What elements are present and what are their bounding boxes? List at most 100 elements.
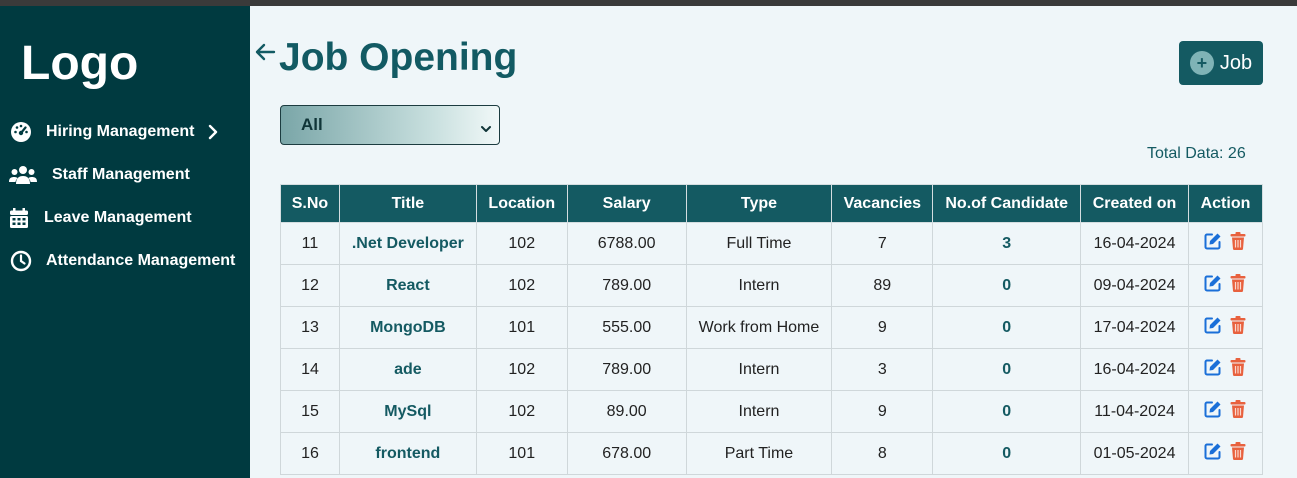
delete-icon[interactable] <box>1230 274 1246 292</box>
cell-salary: 555.00 <box>566 306 687 349</box>
plus-circle-icon: + <box>1189 51 1214 75</box>
chevron-down-icon <box>480 119 492 139</box>
table-row: 16 frontend 101 678.00 Part Time 8 0 01-05-2024 <box>280 432 1264 475</box>
column-header-created-on[interactable]: Created on <box>1080 184 1189 223</box>
cell-location: 102 <box>475 348 568 391</box>
column-header-salary[interactable]: Salary <box>566 184 687 223</box>
column-header-location[interactable]: Location <box>475 184 568 223</box>
column-header-type[interactable]: Type <box>685 184 833 223</box>
cell-job-title-link[interactable]: MySql <box>338 390 477 433</box>
job-openings-table: S.No Title Location Salary Type Vacancie… <box>280 184 1264 475</box>
cell-type: Full Time <box>685 222 833 265</box>
cell-vacancies: 9 <box>831 390 934 433</box>
cell-job-title-link[interactable]: .Net Developer <box>338 222 477 265</box>
sidebar-item-label: Hiring Management <box>46 123 195 140</box>
cell-salary: 789.00 <box>566 348 687 391</box>
back-arrow-icon[interactable] <box>254 42 276 62</box>
cell-location: 102 <box>475 264 568 307</box>
cell-job-title-link[interactable]: React <box>338 264 477 307</box>
cell-candidate-count-link[interactable]: 0 <box>932 432 1082 475</box>
cell-type: Intern <box>685 264 833 307</box>
main-content: Job Opening + Job All Total Data: 26 S.N… <box>250 6 1297 478</box>
cell-sno: 14 <box>280 348 340 391</box>
chevron-right-icon <box>208 124 218 140</box>
cell-actions <box>1187 390 1264 433</box>
cell-type: Intern <box>685 348 833 391</box>
cell-vacancies: 89 <box>831 264 934 307</box>
gauge-icon <box>9 121 33 143</box>
page-title: Job Opening <box>279 36 518 79</box>
edit-icon[interactable] <box>1204 358 1222 376</box>
job-type-filter-select[interactable]: All <box>280 105 500 145</box>
edit-icon[interactable] <box>1204 442 1222 460</box>
column-header-vacancies[interactable]: Vacancies <box>831 184 934 223</box>
cell-type: Intern <box>685 390 833 433</box>
table-row: 12 React 102 789.00 Intern 89 0 09-04-2024 <box>280 264 1264 307</box>
sidebar-item-hiring-management[interactable]: Hiring Management <box>9 120 218 144</box>
app-logo: Logo <box>21 37 139 90</box>
total-data-count: Total Data: 26 <box>1147 145 1246 162</box>
cell-created-on: 16-04-2024 <box>1080 348 1189 391</box>
cell-actions <box>1187 306 1264 349</box>
delete-icon[interactable] <box>1230 232 1246 250</box>
edit-icon[interactable] <box>1204 400 1222 418</box>
cell-location: 102 <box>475 222 568 265</box>
cell-actions <box>1187 432 1264 475</box>
cell-created-on: 16-04-2024 <box>1080 222 1189 265</box>
cell-candidate-count-link[interactable]: 0 <box>932 390 1082 433</box>
sidebar-item-staff-management[interactable]: Staff Management <box>9 163 190 187</box>
cell-job-title-link[interactable]: frontend <box>338 432 477 475</box>
cell-job-title-link[interactable]: ade <box>338 348 477 391</box>
cell-actions <box>1187 264 1264 307</box>
delete-icon[interactable] <box>1230 400 1246 418</box>
cell-actions <box>1187 348 1264 391</box>
cell-location: 101 <box>475 432 568 475</box>
sidebar-item-leave-management[interactable]: Leave Management <box>9 206 192 230</box>
cell-salary: 789.00 <box>566 264 687 307</box>
cell-candidate-count-link[interactable]: 0 <box>932 306 1082 349</box>
cell-candidate-count-link[interactable]: 3 <box>932 222 1082 265</box>
clock-icon <box>9 250 33 272</box>
table-header-row: S.No Title Location Salary Type Vacancie… <box>280 184 1264 223</box>
cell-salary: 89.00 <box>566 390 687 433</box>
edit-icon[interactable] <box>1204 232 1222 250</box>
delete-icon[interactable] <box>1230 442 1246 460</box>
cell-vacancies: 9 <box>831 306 934 349</box>
column-header-title[interactable]: Title <box>338 184 477 223</box>
cell-sno: 11 <box>280 222 340 265</box>
users-icon <box>9 164 37 186</box>
cell-actions <box>1187 222 1264 265</box>
cell-salary: 678.00 <box>566 432 687 475</box>
cell-vacancies: 8 <box>831 432 934 475</box>
cell-created-on: 17-04-2024 <box>1080 306 1189 349</box>
add-job-label: Job <box>1219 51 1253 74</box>
cell-sno: 16 <box>280 432 340 475</box>
edit-icon[interactable] <box>1204 316 1222 334</box>
cell-location: 101 <box>475 306 568 349</box>
sidebar-item-label: Attendance Management <box>46 252 236 269</box>
table-row: 15 MySql 102 89.00 Intern 9 0 11-04-2024 <box>280 390 1264 433</box>
add-job-button[interactable]: + Job <box>1179 41 1263 85</box>
cell-candidate-count-link[interactable]: 0 <box>932 348 1082 391</box>
cell-vacancies: 7 <box>831 222 934 265</box>
column-header-candidates[interactable]: No.of Candidate <box>932 184 1082 223</box>
delete-icon[interactable] <box>1230 316 1246 334</box>
sidebar-item-attendance-management[interactable]: Attendance Management <box>9 249 235 273</box>
calendar-icon <box>9 207 29 229</box>
delete-icon[interactable] <box>1230 358 1246 376</box>
cell-created-on: 11-04-2024 <box>1080 390 1189 433</box>
cell-type: Part Time <box>685 432 833 475</box>
column-header-action: Action <box>1187 184 1264 223</box>
sidebar-item-label: Leave Management <box>44 209 192 226</box>
cell-job-title-link[interactable]: MongoDB <box>338 306 477 349</box>
sidebar: Logo Hiring Management Staff Management … <box>0 6 250 478</box>
cell-sno: 13 <box>280 306 340 349</box>
edit-icon[interactable] <box>1204 274 1222 292</box>
table-row: 14 ade 102 789.00 Intern 3 0 16-04-2024 <box>280 348 1264 391</box>
cell-created-on: 09-04-2024 <box>1080 264 1189 307</box>
cell-type: Work from Home <box>685 306 833 349</box>
cell-candidate-count-link[interactable]: 0 <box>932 264 1082 307</box>
table-row: 13 MongoDB 101 555.00 Work from Home 9 0 17-04-… <box>280 306 1264 349</box>
column-header-sno[interactable]: S.No <box>280 184 340 223</box>
cell-sno: 12 <box>280 264 340 307</box>
